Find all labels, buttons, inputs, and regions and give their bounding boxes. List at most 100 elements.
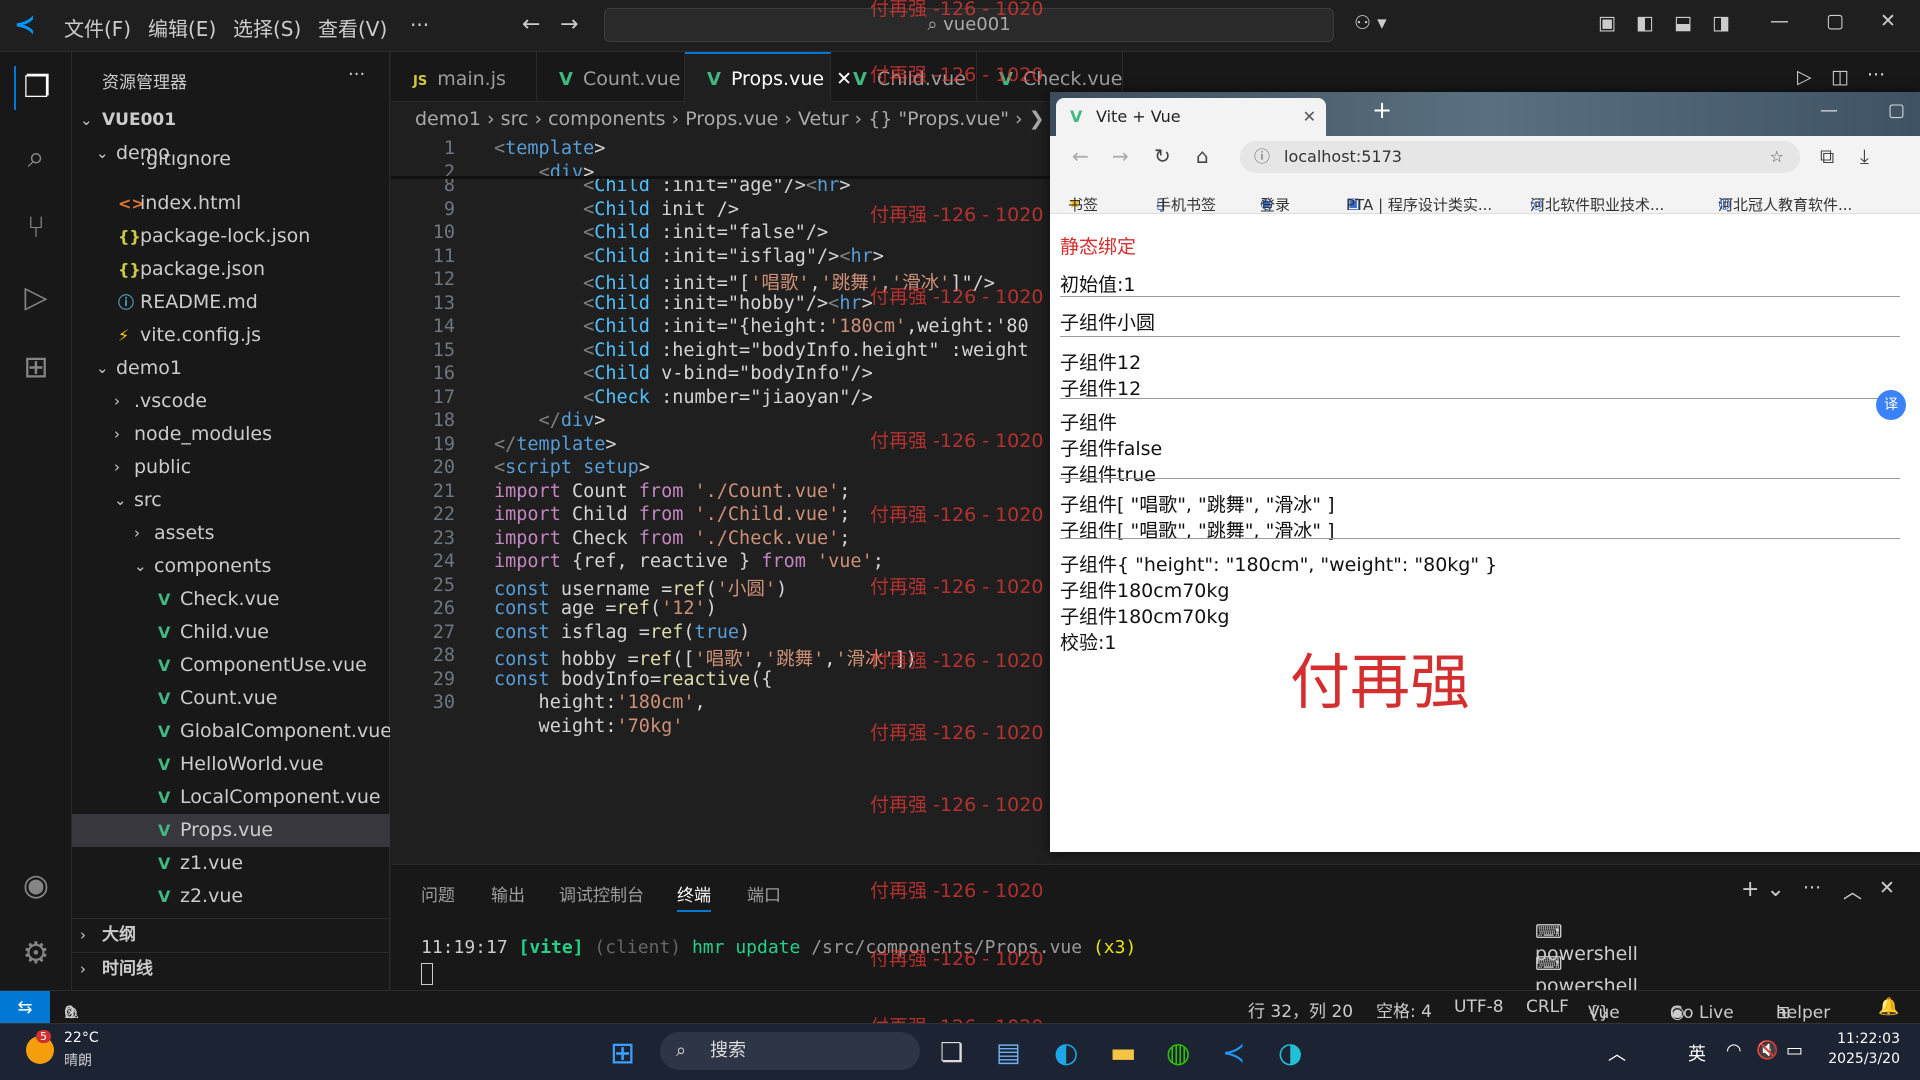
tree-item[interactable]: Vz2.vue (72, 880, 390, 913)
code-line[interactable]: <Child :init="{height:'180cm',weight:'80 (494, 316, 1029, 337)
breadcrumb-item[interactable]: {} "Props.vue" (868, 108, 1009, 130)
eol[interactable]: CRLF (1526, 997, 1569, 1017)
explorer-icon[interactable]: ❐ (14, 66, 58, 110)
code-line[interactable]: import Check from './Check.vue'; (494, 528, 850, 549)
browser-back-icon[interactable]: ← (1072, 144, 1089, 168)
explorer-more-icon[interactable]: ··· (348, 64, 365, 85)
menu-file[interactable]: 文件(F) (64, 13, 131, 42)
tree-item[interactable]: V Count.vue (72, 682, 390, 715)
tree-item[interactable]: V Child.vue (72, 616, 390, 649)
toggle-panel-icon[interactable]: ⬓ (1674, 12, 1692, 34)
run-icon[interactable]: ▷ (1797, 66, 1812, 88)
breadcrumb-item[interactable]: src (501, 108, 529, 130)
home-icon[interactable]: ⌂ (1196, 144, 1209, 168)
maximize-panel-icon[interactable]: ︿ (1843, 877, 1862, 904)
timeline-section[interactable]: › 时间线 (72, 952, 390, 985)
battery-icon[interactable]: ▭ (1786, 1040, 1803, 1061)
wifi-icon[interactable]: ◠ (1726, 1040, 1742, 1061)
code-line[interactable]: <template> (494, 138, 605, 159)
editor-tab[interactable]: V Props.vue ✕ (685, 52, 852, 102)
cursor-position[interactable]: 行 32，列 20 (1248, 997, 1353, 1022)
panel-tab[interactable]: 问题 (421, 881, 455, 906)
minimize-icon[interactable]: — (1770, 10, 1789, 32)
menu-more[interactable]: ··· (410, 13, 429, 37)
breadcrumb-item[interactable]: Vetur (798, 108, 849, 130)
tree-item[interactable]: › node_modules (72, 418, 390, 451)
split-editor-icon[interactable]: ◫ (1831, 66, 1849, 88)
source-control-icon[interactable]: ⑂ (14, 206, 58, 250)
breadcrumb-item[interactable]: Props.vue (685, 108, 778, 130)
extensions-icon[interactable]: ⧉ (1820, 144, 1834, 168)
editor-tab[interactable]: V Count.vue (537, 52, 685, 102)
code-line[interactable]: import {ref, reactive } from 'vue'; (494, 551, 884, 572)
menu-edit[interactable]: 编辑(E) (148, 13, 216, 42)
close-tab-icon[interactable]: ✕ (1303, 98, 1316, 136)
run-debug-icon[interactable]: ▷ (14, 276, 58, 320)
new-terminal-icon[interactable]: + ⌄ (1741, 877, 1785, 902)
browser-forward-icon[interactable]: → (1112, 144, 1129, 168)
forward-arrow-icon[interactable]: → (560, 12, 578, 37)
editor-more-icon[interactable]: ··· (1867, 64, 1885, 86)
tree-item[interactable]: .gitignore (72, 154, 390, 170)
tree-item[interactable]: V Check.vue (72, 583, 390, 616)
code-line[interactable]: const bodyInfo=reactive({ (494, 669, 772, 690)
task-view-icon[interactable]: ❏ (940, 1038, 963, 1068)
code-line[interactable]: const age =ref('12') (494, 598, 717, 619)
code-line[interactable]: import Count from './Count.vue'; (494, 481, 850, 502)
extensions-icon[interactable]: ⊞ (14, 346, 58, 390)
reload-icon[interactable]: ↻ (1154, 144, 1171, 168)
tree-item[interactable]: ⚡ vite.config.js (72, 319, 390, 352)
editor-tab[interactable]: JS main.js (391, 52, 537, 102)
code-line[interactable]: import Child from './Child.vue'; (494, 504, 850, 525)
search-icon[interactable]: ⌕ (14, 136, 58, 180)
vscode-taskbar-icon[interactable]: ≺ (1222, 1036, 1245, 1069)
browser-minimize-icon[interactable]: — (1820, 100, 1838, 121)
browser-tab[interactable]: V Vite + Vue ✕ (1056, 98, 1326, 136)
encoding[interactable]: UTF-8 (1454, 997, 1504, 1017)
tree-item[interactable]: {} package.json (72, 253, 390, 286)
code-line[interactable]: const username =ref('小圆') (494, 575, 787, 601)
close-panel-icon[interactable]: ✕ (1879, 877, 1895, 899)
layout-customize-icon[interactable]: ▣ (1598, 12, 1616, 34)
translate-icon[interactable]: 译 (1876, 390, 1906, 420)
breadcrumb-item[interactable]: demo1 (415, 108, 481, 130)
copilot-icon[interactable]: ⚇ ▾ (1354, 12, 1387, 34)
code-line[interactable]: <Child :height="bodyInfo.height" :weight (494, 340, 1029, 361)
menu-select[interactable]: 选择(S) (233, 13, 301, 42)
code-line[interactable]: <Child init /> (494, 199, 739, 220)
tree-item[interactable]: V GlobalComponent.vue (72, 715, 390, 748)
panel-more-icon[interactable]: ··· (1803, 877, 1821, 899)
breadcrumb-item[interactable]: components (548, 108, 665, 130)
clock-time[interactable]: 11:22:03 (1830, 1031, 1900, 1047)
tree-item[interactable]: V ComponentUse.vue (72, 649, 390, 682)
code-line[interactable]: <Child v-bind="bodyInfo"/> (494, 363, 873, 384)
wechat-icon[interactable]: ◍ (1166, 1036, 1190, 1069)
panel-tab[interactable]: 终端 (677, 881, 711, 912)
tree-item[interactable]: <> index.html (72, 187, 390, 220)
clock-date[interactable]: 2025/3/20 (1816, 1051, 1900, 1067)
file-explorer-icon[interactable]: ▬ (1110, 1036, 1136, 1069)
code-line[interactable]: weight:'70kg' (494, 716, 684, 737)
accounts-icon[interactable]: ◉ (14, 864, 58, 908)
tree-item[interactable]: › assets (72, 517, 390, 550)
code-line[interactable]: <Check :number="jiaoyan"/> (494, 387, 873, 408)
volume-muted-icon[interactable]: 🔇 (1756, 1040, 1778, 1061)
panel-tab[interactable]: 输出 (491, 881, 525, 906)
edge-icon[interactable]: ◐ (1054, 1036, 1078, 1069)
tray-chevron-icon[interactable]: ︿ (1608, 1040, 1626, 1066)
back-arrow-icon[interactable]: ← (522, 12, 540, 37)
panel-tab[interactable]: 调试控制台 (559, 881, 644, 906)
notifications-bell-icon[interactable]: 🔔 (1878, 997, 1899, 1017)
browser-maximize-icon[interactable]: ▢ (1888, 100, 1905, 121)
maximize-icon[interactable]: ▢ (1826, 10, 1844, 32)
new-tab-icon[interactable]: + (1372, 96, 1392, 124)
tree-item[interactable]: V LocalComponent.vue (72, 781, 390, 814)
app-icon[interactable]: ▤ (996, 1038, 1021, 1068)
tree-root[interactable]: ⌄ VUE001 (72, 104, 390, 137)
toggle-secondary-sidebar-icon[interactable]: ◨ (1712, 12, 1730, 34)
code-line[interactable]: height:'180cm', (494, 692, 706, 713)
close-window-icon[interactable]: ✕ (1880, 10, 1896, 32)
code-line[interactable]: const isflag =ref(true) (494, 622, 750, 643)
edge-ai-icon[interactable]: ◑ (1278, 1036, 1302, 1069)
tree-item[interactable]: V Props.vue (72, 814, 390, 847)
